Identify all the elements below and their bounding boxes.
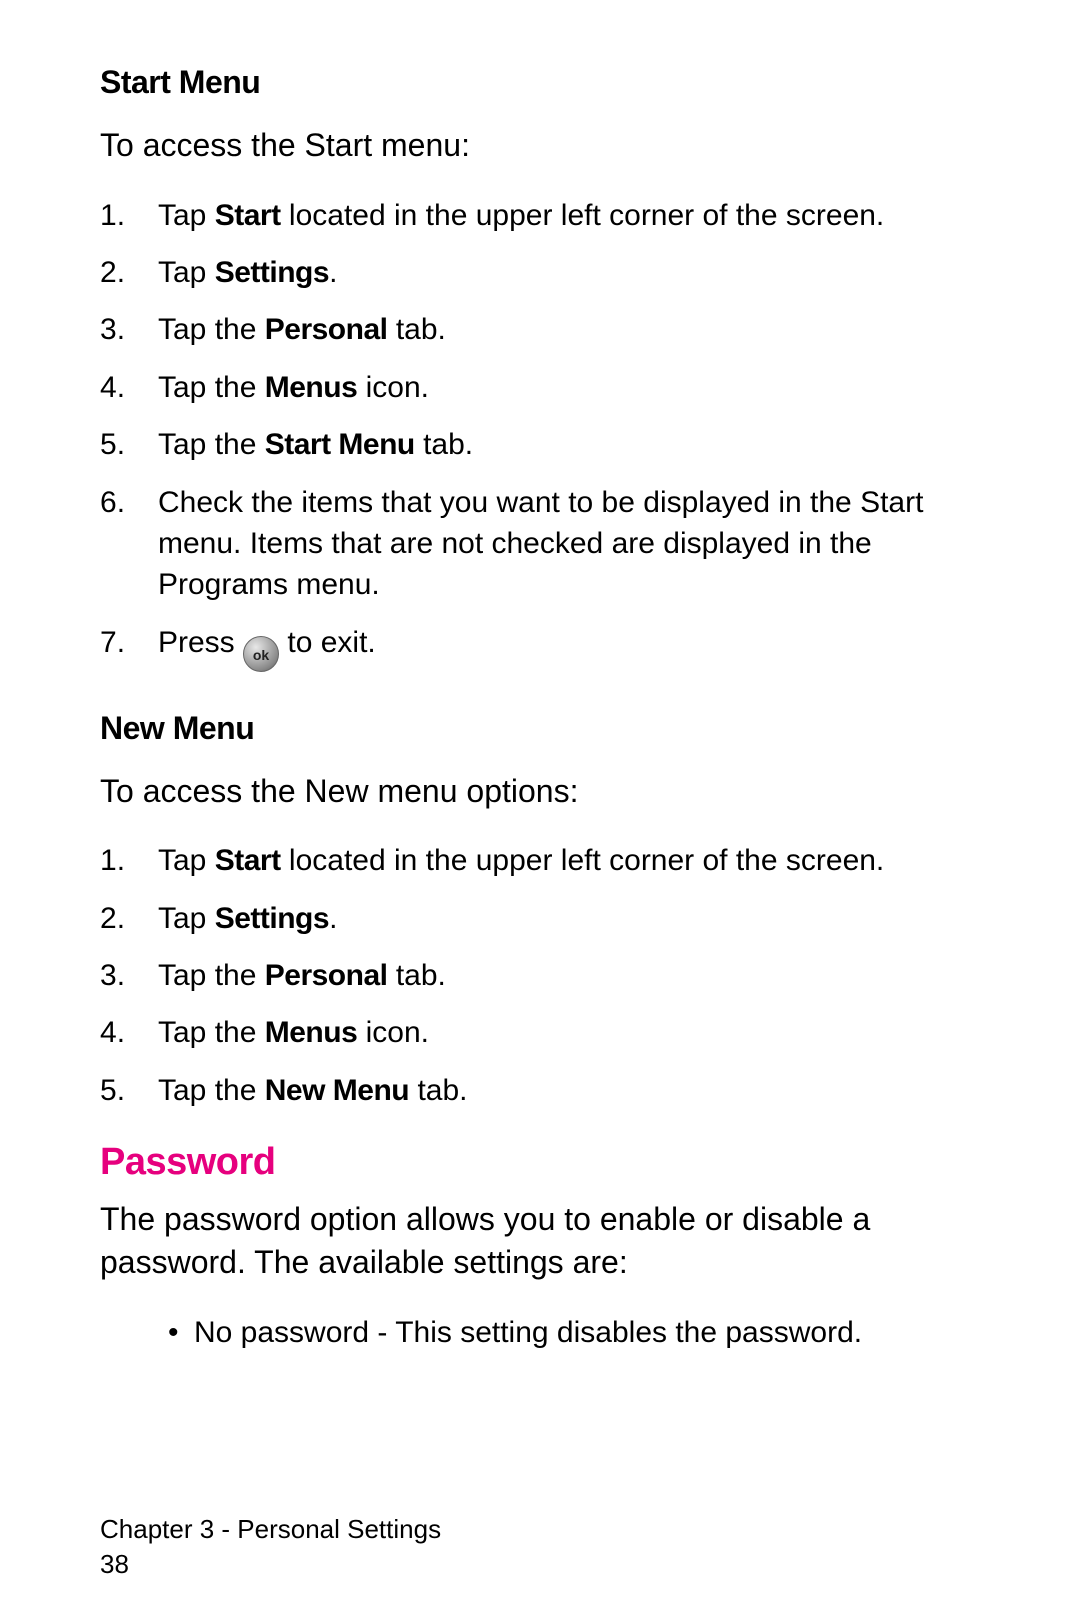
page-footer: Chapter 3 - Personal Settings 38 — [100, 1512, 990, 1582]
list-item: Tap Settings. — [100, 252, 990, 293]
footer-chapter: Chapter 3 - Personal Settings — [100, 1512, 990, 1547]
lead-start-menu: To access the Start menu: — [100, 125, 990, 167]
list-item: No password - This setting disables the … — [168, 1313, 990, 1354]
list-item: Tap the Start Menu tab. — [100, 424, 990, 465]
list-item: Tap the Personal tab. — [100, 309, 990, 350]
heading-new-menu: New Menu — [100, 710, 990, 747]
footer-page-number: 38 — [100, 1547, 990, 1582]
list-item: Tap the Menus icon. — [100, 367, 990, 408]
steps-start-menu: Tap Start located in the upper left corn… — [100, 195, 990, 672]
list-item: Tap the Menus icon. — [100, 1012, 990, 1053]
list-item: Tap Settings. — [100, 898, 990, 939]
body-password: The password option allows you to enable… — [100, 1198, 990, 1284]
list-item: Tap Start located in the upper left corn… — [100, 840, 990, 881]
list-item: Press ok to exit. — [100, 622, 990, 672]
lead-new-menu: To access the New menu options: — [100, 771, 990, 813]
list-item: Check the items that you want to be disp… — [100, 482, 990, 606]
list-item: Tap the New Menu tab. — [100, 1070, 990, 1111]
bullets-password: No password - This setting disables the … — [100, 1313, 990, 1354]
steps-new-menu: Tap Start located in the upper left corn… — [100, 840, 990, 1111]
ok-icon: ok — [243, 636, 279, 672]
list-item: Tap Start located in the upper left corn… — [100, 195, 990, 236]
heading-password: Password — [100, 1141, 990, 1184]
heading-start-menu: Start Menu — [100, 64, 990, 101]
list-item: Tap the Personal tab. — [100, 955, 990, 996]
